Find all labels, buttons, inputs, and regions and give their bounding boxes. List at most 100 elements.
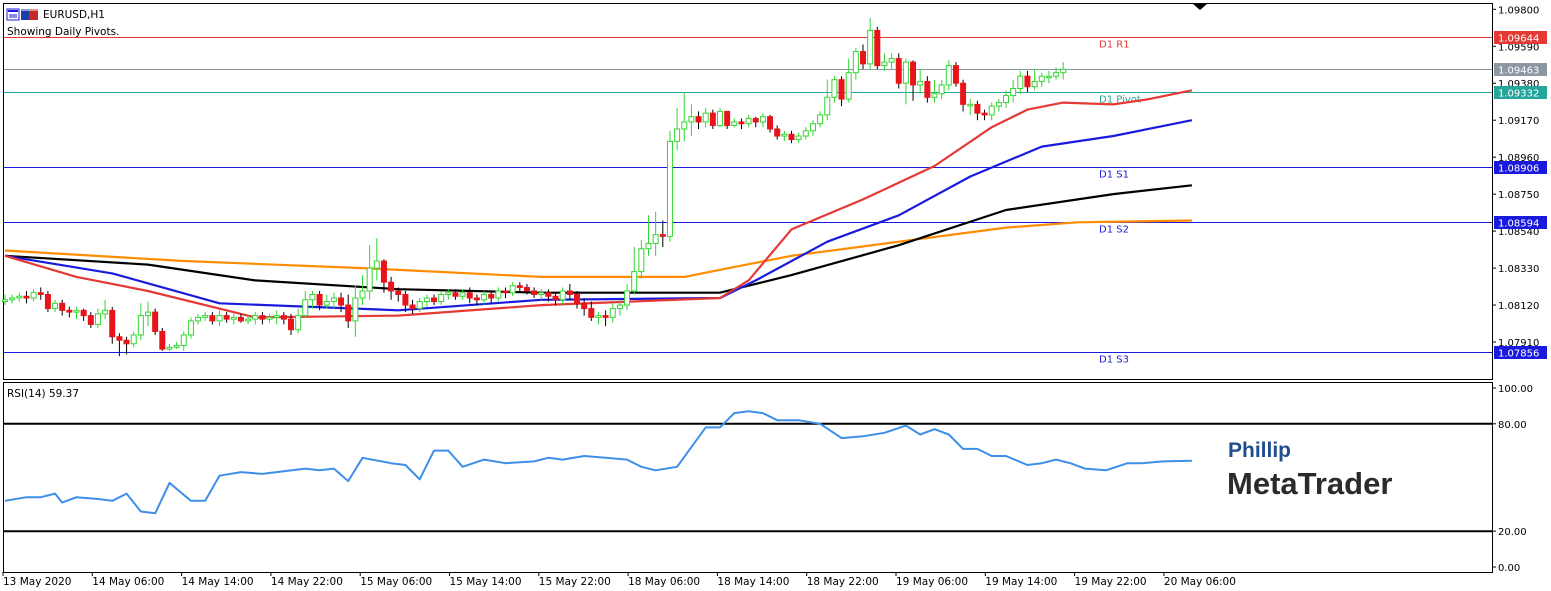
candle-body-bull <box>445 292 452 295</box>
candle-body-bull <box>938 84 945 95</box>
candle-body-bull <box>1038 75 1045 82</box>
pivot-name-label: D1 S1 <box>1099 170 1129 181</box>
candle-body-bull <box>9 297 16 301</box>
candle-body-bull <box>509 285 516 294</box>
candle-body-bear <box>981 112 988 116</box>
price-axis[interactable]: 1.098001.095901.093801.091701.089601.087… <box>1492 5 1539 349</box>
candle-body-bear <box>452 292 459 297</box>
candle-body-bear <box>774 128 781 137</box>
candle-body-bull <box>145 311 151 317</box>
candle-body-bull <box>995 102 1002 107</box>
candle-body-bear <box>602 315 609 318</box>
candle-body-bull <box>266 316 273 320</box>
candle-body-bull <box>273 315 280 318</box>
candle-body-bear <box>44 293 51 310</box>
candle-body-bear <box>588 308 595 318</box>
candle-body-bull <box>1003 95 1009 104</box>
candle-body-bear <box>209 315 216 322</box>
candle-body-bear <box>80 309 87 317</box>
price-tick-label: 1.08750 <box>1498 190 1539 201</box>
candle-body-bull <box>187 320 194 336</box>
rsi-axis[interactable]: 100.00 80.00 20.00 0.00 <box>1492 384 1533 574</box>
candle-body-bull <box>616 304 623 310</box>
candle-body-bear <box>87 315 94 325</box>
pivot-price-badge-text: 1.09644 <box>1498 34 1539 45</box>
candle-body-bear <box>66 309 73 313</box>
symbol-icon[interactable] <box>6 8 20 21</box>
rsi-tick-label: 20.00 <box>1498 527 1527 538</box>
candle-body-bear <box>380 260 387 283</box>
candle-body-bear <box>409 304 416 310</box>
pivot-price-badge-text: 1.08906 <box>1498 164 1539 175</box>
pivot-name-label: D1 R1 <box>1099 40 1130 51</box>
candle-body-bear <box>1024 75 1031 88</box>
candle-body-bull <box>52 302 59 310</box>
candle-body-bull <box>180 334 187 347</box>
candle-body-bull <box>94 313 101 325</box>
candle-body-bear <box>59 302 66 311</box>
time-tick-label: 13 May 2020 <box>3 576 71 588</box>
candle-body-bear <box>724 110 731 126</box>
candle-body-bear <box>566 290 573 295</box>
candle <box>874 26 881 70</box>
candle-body-bull <box>538 292 545 295</box>
candle <box>895 53 902 89</box>
time-tick-label: 20 May 06:00 <box>1164 576 1236 588</box>
time-axis[interactable]: 13 May 2020 14 May 06:00 14 May 14:00 14 Ma… <box>2 572 1236 588</box>
time-tick-label: 14 May 14:00 <box>182 576 254 588</box>
candle-body-bear <box>860 51 866 65</box>
candle-body-bull <box>624 290 631 306</box>
time-tick-label: 18 May 22:00 <box>807 576 879 588</box>
rsi-tick-label: 0.00 <box>1498 563 1520 574</box>
candle-body-bull <box>731 121 738 126</box>
candle-body-bear <box>431 297 437 303</box>
candle-body-bear <box>574 293 580 304</box>
candle-body-bear <box>388 281 395 292</box>
candle-body-bull <box>245 318 252 322</box>
candle-body-bull <box>845 72 852 100</box>
candle-body-bear <box>960 82 967 105</box>
candle-body-bull <box>373 260 380 269</box>
candle-body-bull <box>295 315 302 331</box>
time-tick-label: 19 May 06:00 <box>896 576 968 588</box>
time-tick-label: 14 May 06:00 <box>92 576 164 588</box>
candle-body-bear <box>838 79 845 100</box>
candle-body-bull <box>16 295 23 299</box>
candle-body-bull <box>366 267 373 292</box>
candle-body-bull <box>166 346 173 350</box>
candle-body-bull <box>73 309 80 313</box>
bid-price-badge-text: 1.09463 <box>1498 66 1539 77</box>
candle-body-bull <box>688 116 695 123</box>
time-tick-label: 18 May 14:00 <box>717 576 789 588</box>
trading-chart[interactable]: D1 R1D1 PivotD1 S1D1 S2D1 S3 1.098001.09… <box>0 0 1551 591</box>
candle-body-bear <box>531 290 538 295</box>
candle-body-bull <box>495 290 502 299</box>
candle-body-bear <box>552 295 559 301</box>
candle-body-bear <box>767 116 774 130</box>
chart-symbol-title: EURUSD,H1 <box>43 9 105 21</box>
candle-body-bull <box>416 301 423 310</box>
candle-body-bull <box>781 133 788 137</box>
time-tick-label: 15 May 06:00 <box>360 576 432 588</box>
candle-body-bear <box>874 29 881 67</box>
candle-body-bear <box>974 103 981 114</box>
candle-body-bull <box>809 123 816 132</box>
candle-body-bear <box>237 316 244 322</box>
candle-body-bull <box>1017 75 1024 90</box>
time-tick-label: 19 May 22:00 <box>1075 576 1147 588</box>
candle-body-bear <box>280 315 287 320</box>
candle-body-bear <box>152 311 159 332</box>
candle-body-bull <box>867 29 874 65</box>
candle-body-bull <box>559 290 566 301</box>
pivot-note: Showing Daily Pivots. <box>7 26 119 38</box>
pivot-name-label: D1 S2 <box>1099 225 1129 236</box>
candle-body-bear <box>523 286 530 292</box>
candle-body-bull <box>302 299 309 317</box>
candle-body-bull <box>888 58 895 63</box>
candle-body-bear <box>545 292 552 297</box>
price-tick-label: 1.08330 <box>1498 264 1539 275</box>
candle-body-bull <box>1053 72 1060 77</box>
candle <box>187 317 194 339</box>
candle-body-bull <box>173 345 180 348</box>
candle-body-bull <box>423 297 430 303</box>
